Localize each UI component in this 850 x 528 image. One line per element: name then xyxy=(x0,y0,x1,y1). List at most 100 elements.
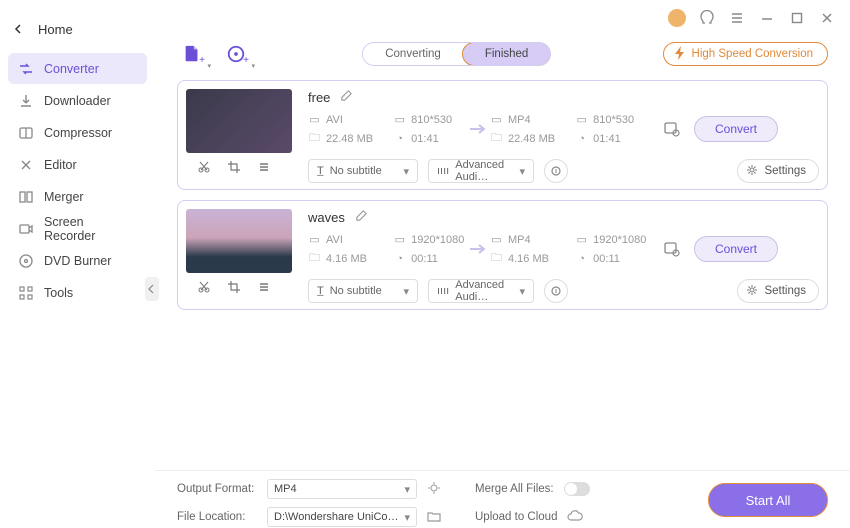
main: + ▾ + ▾ Converting Finished High Speed C… xyxy=(155,0,850,528)
dst-resolution: ▭810*530 xyxy=(575,113,650,126)
add-disc-button[interactable]: + ▾ xyxy=(221,40,251,68)
trim-icon[interactable] xyxy=(196,279,212,295)
sidebar-item-merger[interactable]: Merger xyxy=(8,181,147,212)
src-duration: ◔00:11 xyxy=(393,252,468,265)
chevron-down-icon: ▾ xyxy=(404,511,410,524)
file-name: waves xyxy=(308,210,345,225)
output-settings-gear-icon[interactable] xyxy=(427,481,441,498)
avatar-icon[interactable] xyxy=(668,9,686,27)
sidebar: Home Converter Downloader Compressor Edi… xyxy=(0,0,155,528)
sidebar-item-downloader[interactable]: Downloader xyxy=(8,85,147,116)
tab-converting[interactable]: Converting xyxy=(363,43,463,65)
editor-icon xyxy=(18,157,34,173)
maximize-icon[interactable] xyxy=(788,9,806,27)
sidebar-item-label: Editor xyxy=(44,158,77,172)
subtitle-dropdown[interactable]: T̲No subtitle▾ xyxy=(308,159,418,183)
convert-button[interactable]: Convert xyxy=(694,236,778,262)
dst-size: 🗀22.48 MB xyxy=(490,132,557,145)
converter-icon xyxy=(18,61,34,77)
merge-toggle[interactable] xyxy=(564,482,590,496)
arrow-icon xyxy=(468,242,490,256)
sidebar-item-label: Downloader xyxy=(44,94,111,108)
menu-icon[interactable] xyxy=(728,9,746,27)
start-all-button[interactable]: Start All xyxy=(708,483,828,517)
more-icon[interactable] xyxy=(256,159,272,175)
file-card: free ▭AVI ▭810*530 🗀22.48 MB ◔01:41 xyxy=(177,80,828,190)
sidebar-item-tools[interactable]: Tools xyxy=(8,277,147,308)
close-icon[interactable] xyxy=(818,9,836,27)
dst-format: ▭MP4 xyxy=(490,113,557,126)
chevron-down-icon: ▾ xyxy=(403,165,409,178)
file-card: waves ▭AVI ▭1920*1080 🗀4.16 MB ◔00:11 xyxy=(177,200,828,310)
thumbnail[interactable] xyxy=(186,209,292,273)
tab-finished[interactable]: Finished xyxy=(462,42,551,66)
settings-button[interactable]: Settings xyxy=(737,159,819,183)
open-folder-icon[interactable] xyxy=(427,509,441,526)
back-icon xyxy=(14,22,24,37)
src-size: 🗀22.48 MB xyxy=(308,132,375,145)
adjust-button[interactable] xyxy=(544,159,568,183)
output-format-dropdown[interactable]: MP4▾ xyxy=(267,479,417,499)
arrow-icon xyxy=(468,122,490,136)
output-format-label: Output Format: xyxy=(177,483,257,495)
home-back[interactable]: Home xyxy=(8,18,147,53)
footer: Output Format: MP4▾ Merge All Files: Fil… xyxy=(155,470,850,528)
dst-format: ▭MP4 xyxy=(490,233,557,246)
src-resolution: ▭810*530 xyxy=(393,113,468,126)
add-file-button[interactable]: + ▾ xyxy=(177,40,207,68)
tools-icon xyxy=(18,285,34,301)
audio-icon: ıııı xyxy=(437,285,449,297)
sidebar-item-dvd-burner[interactable]: DVD Burner xyxy=(8,245,147,276)
rename-icon[interactable] xyxy=(340,89,353,105)
audio-dropdown[interactable]: ııııAdvanced Audi…▾ xyxy=(428,159,534,183)
sidebar-item-compressor[interactable]: Compressor xyxy=(8,117,147,148)
convert-button[interactable]: Convert xyxy=(694,116,778,142)
high-speed-button[interactable]: High Speed Conversion xyxy=(663,42,828,66)
output-settings-icon[interactable] xyxy=(650,240,694,258)
merge-label: Merge All Files: xyxy=(475,483,554,495)
download-icon xyxy=(18,93,34,109)
crop-icon[interactable] xyxy=(226,279,242,295)
upload-label: Upload to Cloud xyxy=(475,511,557,523)
adjust-button[interactable] xyxy=(544,279,568,303)
chevron-down-icon: ▾ xyxy=(403,285,409,298)
nav: Converter Downloader Compressor Editor M… xyxy=(8,53,147,308)
high-speed-label: High Speed Conversion xyxy=(692,48,813,60)
src-duration: ◔01:41 xyxy=(393,132,468,145)
titlebar xyxy=(155,0,850,32)
src-resolution: ▭1920*1080 xyxy=(393,233,468,246)
output-settings-icon[interactable] xyxy=(650,120,694,138)
sidebar-item-label: Screen Recorder xyxy=(44,215,137,243)
file-location-dropdown[interactable]: D:\Wondershare UniConverter 1▾ xyxy=(267,507,417,527)
disc-icon xyxy=(18,253,34,269)
audio-icon: ıııı xyxy=(437,165,449,177)
src-format: ▭AVI xyxy=(308,233,375,246)
rename-icon[interactable] xyxy=(355,209,368,225)
subtitle-icon: T̲ xyxy=(317,285,324,297)
sidebar-item-converter[interactable]: Converter xyxy=(8,53,147,84)
src-size: 🗀4.16 MB xyxy=(308,252,375,265)
more-icon[interactable] xyxy=(256,279,272,295)
subtitle-dropdown[interactable]: T̲No subtitle▾ xyxy=(308,279,418,303)
chevron-down-icon: ▾ xyxy=(519,165,525,178)
cloud-icon[interactable] xyxy=(567,510,583,525)
sidebar-item-editor[interactable]: Editor xyxy=(8,149,147,180)
status-segmented: Converting Finished xyxy=(362,42,551,66)
trim-icon[interactable] xyxy=(196,159,212,175)
thumbnail[interactable] xyxy=(186,89,292,153)
settings-label: Settings xyxy=(764,165,806,177)
dst-size: 🗀4.16 MB xyxy=(490,252,557,265)
chevron-down-icon: ▾ xyxy=(519,285,525,298)
settings-button[interactable]: Settings xyxy=(737,279,819,303)
merger-icon xyxy=(18,189,34,205)
file-list: free ▭AVI ▭810*530 🗀22.48 MB ◔01:41 xyxy=(155,78,850,470)
support-icon[interactable] xyxy=(698,9,716,27)
minimize-icon[interactable] xyxy=(758,9,776,27)
audio-dropdown[interactable]: ııııAdvanced Audi…▾ xyxy=(428,279,534,303)
sidebar-item-label: Converter xyxy=(44,62,99,76)
toolbar: + ▾ + ▾ Converting Finished High Speed C… xyxy=(155,32,850,78)
gear-icon xyxy=(746,284,758,299)
gear-icon xyxy=(746,164,758,179)
sidebar-item-screen-recorder[interactable]: Screen Recorder xyxy=(8,213,147,244)
crop-icon[interactable] xyxy=(226,159,242,175)
